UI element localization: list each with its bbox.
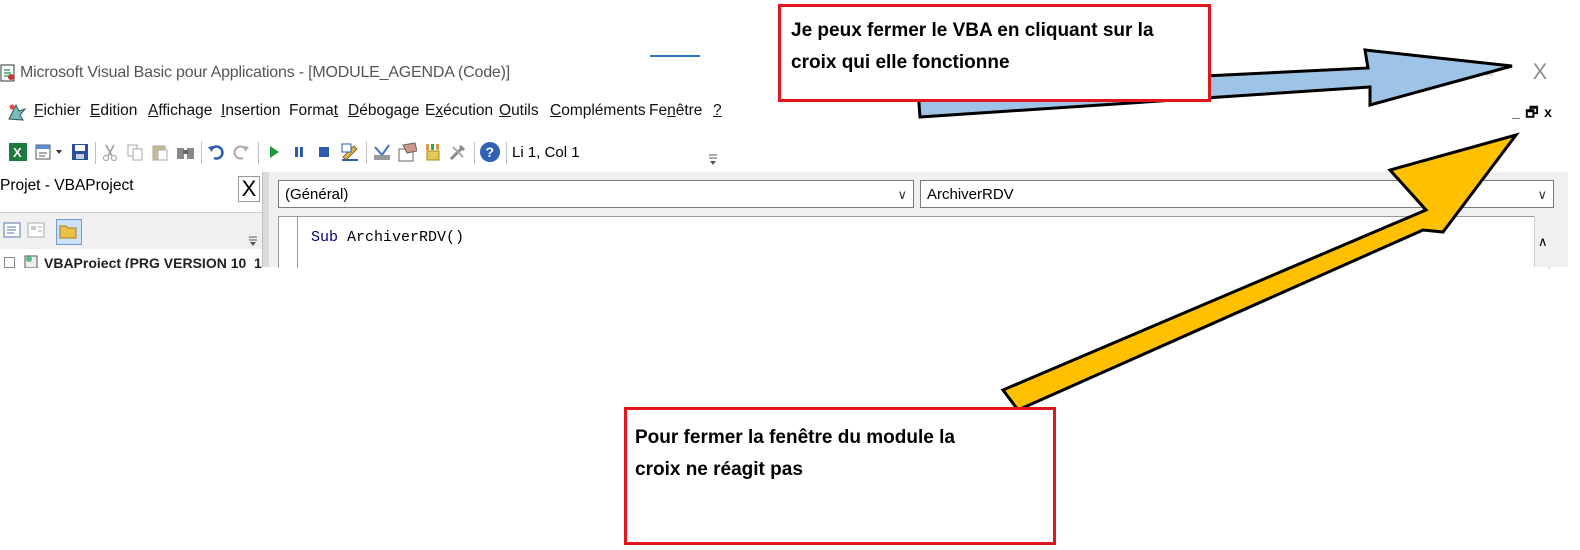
callout-bottom-line1: Pour fermer la fenêtre du module la [635,427,955,448]
yellow-arrow [1000,132,1520,412]
callout-top-line2: croix qui elle fonctionne [791,52,1010,73]
callout-bottom-line2: croix ne réagit pas [635,459,803,480]
callout-top: Je peux fermer le VBA en cliquant sur la… [778,4,1211,102]
callout-top-line1: Je peux fermer le VBA en cliquant sur la [791,20,1154,41]
callout-bottom: Pour fermer la fenêtre du module la croi… [624,407,1056,545]
